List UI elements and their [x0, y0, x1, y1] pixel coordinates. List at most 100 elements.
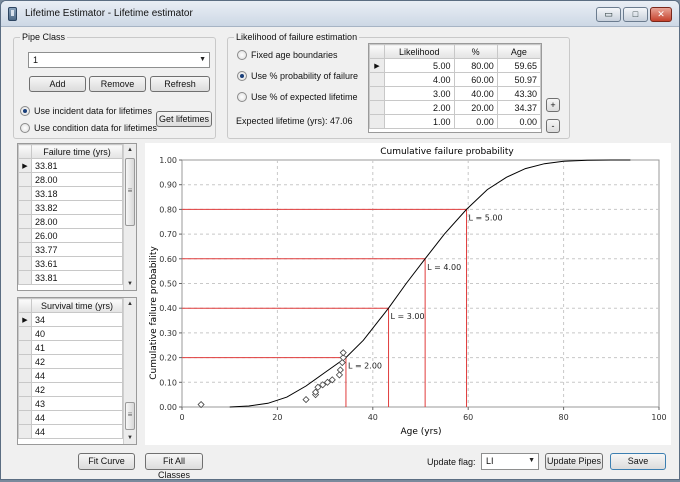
list-item[interactable]: 33.77	[18, 242, 123, 257]
percent-cell[interactable]: 0.00	[453, 114, 498, 129]
save-button[interactable]: Save	[610, 453, 666, 470]
refresh-button[interactable]: Refresh	[150, 76, 210, 92]
list-item[interactable]: 40	[18, 326, 123, 341]
age-cell[interactable]: 59.65	[496, 58, 542, 73]
survival-time-cell[interactable]: 41	[31, 340, 123, 355]
list-item[interactable]: 44	[18, 410, 123, 425]
row-header[interactable]	[18, 326, 32, 341]
scroll-thumb[interactable]	[125, 158, 135, 226]
title-bar[interactable]: Lifetime Estimator - Lifetime estimator …	[1, 1, 679, 27]
survival-time-cell[interactable]: 44	[31, 424, 123, 439]
remove-row-button[interactable]: -	[546, 119, 560, 133]
survival-time-cell[interactable]: 44	[31, 368, 123, 383]
survival-time-cell[interactable]: 40	[31, 326, 123, 341]
scroll-thumb[interactable]	[125, 402, 135, 430]
failure-time-cell[interactable]: 33.61	[31, 256, 123, 271]
failure-time-cell[interactable]: 26.00	[31, 228, 123, 243]
list-item[interactable]: 33.82	[18, 200, 123, 215]
likelihood-cell[interactable]: 1.00	[384, 114, 455, 129]
list-item[interactable]: ▶ 33.81	[18, 158, 123, 173]
survival-time-cell[interactable]: 42	[31, 382, 123, 397]
percent-cell[interactable]: 40.00	[453, 86, 498, 101]
row-header[interactable]	[18, 396, 32, 411]
table-row[interactable]: 4.00 60.00 50.97	[369, 72, 542, 87]
radio-percent-expected[interactable]: Use % of expected lifetime	[237, 91, 365, 103]
list-item[interactable]: 28.00	[18, 214, 123, 229]
update-flag-select[interactable]: LI ▼	[481, 453, 539, 470]
list-item[interactable]: 41	[18, 340, 123, 355]
percent-cell[interactable]: 20.00	[453, 100, 498, 115]
row-header[interactable]	[18, 382, 32, 397]
age-cell[interactable]: 34.37	[496, 100, 542, 115]
survival-list-scrollbar[interactable]: ▲ ▼	[123, 298, 136, 444]
maximize-button[interactable]: □	[623, 7, 648, 22]
survival-time-cell[interactable]: 34	[31, 312, 123, 327]
close-button[interactable]: ✕	[650, 7, 672, 22]
remove-button[interactable]: Remove	[89, 76, 146, 92]
list-item[interactable]: 42	[18, 382, 123, 397]
failure-time-cell[interactable]: 33.77	[31, 242, 123, 257]
row-header[interactable]	[369, 72, 385, 87]
age-cell[interactable]: 0.00	[496, 114, 542, 129]
likelihood-cell[interactable]: 3.00	[384, 86, 455, 101]
fit-curve-button[interactable]: Fit Curve	[78, 453, 135, 470]
failure-time-list[interactable]: Failure time (yrs) ▶ 33.81 28.00 33.18 33…	[17, 143, 137, 291]
table-row[interactable]: 3.00 40.00 43.30	[369, 86, 542, 101]
column-header-failure-time[interactable]: Failure time (yrs)	[31, 144, 123, 159]
survival-time-cell[interactable]: 43	[31, 396, 123, 411]
list-item[interactable]: 26.00	[18, 228, 123, 243]
survival-time-cell[interactable]: 44	[31, 410, 123, 425]
update-pipes-button[interactable]: Update Pipes	[545, 453, 603, 470]
list-item[interactable]: 44	[18, 424, 123, 439]
row-header[interactable]	[18, 200, 32, 215]
age-cell[interactable]: 50.97	[496, 72, 542, 87]
row-header[interactable]	[18, 270, 32, 285]
likelihood-table[interactable]: Likelihood % Age ▶ 5.00 80.00 59.65 4.00…	[368, 43, 542, 133]
radio-percent-probability[interactable]: Use % probability of failure	[237, 70, 365, 82]
add-button[interactable]: Add	[29, 76, 86, 92]
column-header-survival-time[interactable]: Survival time (yrs)	[31, 298, 123, 313]
row-header[interactable]	[18, 214, 32, 229]
failure-time-cell[interactable]: 28.00	[31, 172, 123, 187]
list-item[interactable]: 42	[18, 354, 123, 369]
minimize-button[interactable]: ▭	[596, 7, 621, 22]
scroll-down-icon[interactable]: ▼	[124, 278, 136, 290]
failure-time-cell[interactable]: 33.82	[31, 200, 123, 215]
failure-time-cell[interactable]: 33.81	[31, 270, 123, 285]
likelihood-cell[interactable]: 5.00	[384, 58, 455, 73]
table-row[interactable]: 2.00 20.00 34.37	[369, 100, 542, 115]
failure-list-scrollbar[interactable]: ▲ ▼	[123, 144, 136, 290]
row-header[interactable]	[18, 186, 32, 201]
age-cell[interactable]: 43.30	[496, 86, 542, 101]
failure-time-cell[interactable]: 33.81	[31, 158, 123, 173]
survival-time-cell[interactable]: 42	[31, 354, 123, 369]
scroll-up-icon[interactable]: ▲	[124, 298, 136, 310]
row-header[interactable]	[18, 242, 32, 257]
row-header[interactable]	[369, 86, 385, 101]
pipe-class-select[interactable]: 1 ▼	[28, 52, 210, 68]
list-item[interactable]: ▶ 34	[18, 312, 123, 327]
percent-cell[interactable]: 80.00	[453, 58, 498, 73]
list-item[interactable]: 33.18	[18, 186, 123, 201]
row-header[interactable]	[369, 100, 385, 115]
row-header[interactable]	[369, 114, 385, 129]
column-header-age[interactable]: Age	[496, 44, 542, 59]
survival-time-list[interactable]: Survival time (yrs) ▶ 34 40 41 42 44 42 4…	[17, 297, 137, 445]
failure-time-cell[interactable]: 33.18	[31, 186, 123, 201]
table-row[interactable]: 1.00 0.00 0.00	[369, 114, 542, 129]
row-header[interactable]	[18, 256, 32, 271]
fit-all-classes-button[interactable]: Fit All Classes	[145, 453, 203, 480]
likelihood-cell[interactable]: 4.00	[384, 72, 455, 87]
column-header-percent[interactable]: %	[453, 44, 498, 59]
row-header[interactable]	[18, 228, 32, 243]
list-item[interactable]: 43	[18, 396, 123, 411]
row-header[interactable]	[18, 368, 32, 383]
percent-cell[interactable]: 60.00	[453, 72, 498, 87]
column-header-likelihood[interactable]: Likelihood	[384, 44, 455, 59]
scroll-down-icon[interactable]: ▼	[124, 432, 136, 444]
row-header[interactable]	[18, 354, 32, 369]
row-header[interactable]	[18, 172, 32, 187]
get-lifetimes-button[interactable]: Get lifetimes	[156, 111, 212, 127]
list-item[interactable]: 33.81	[18, 270, 123, 285]
radio-fixed-age[interactable]: Fixed age boundaries	[237, 49, 365, 61]
